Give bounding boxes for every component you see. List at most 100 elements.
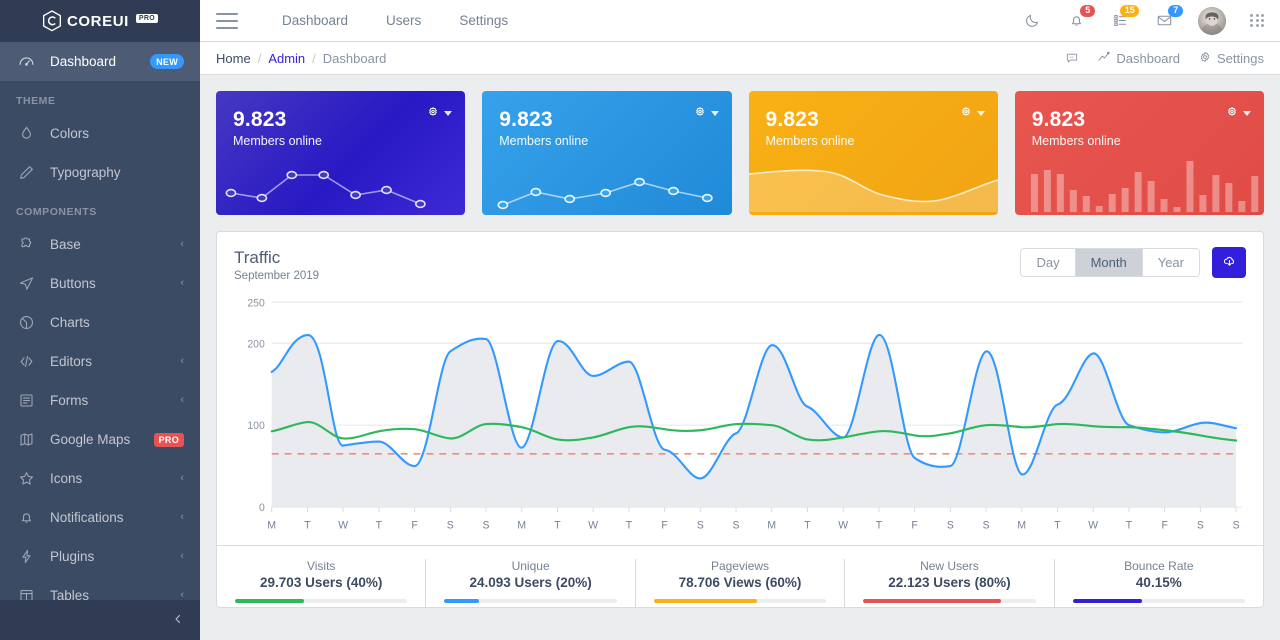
footer-stat-value: 78.706 Views (60%)	[678, 575, 802, 591]
gear-icon	[426, 105, 440, 122]
stat-card-members-online-3[interactable]: 9.823 Members online	[748, 91, 998, 215]
sidebar-item-notifications[interactable]: Notifications ‹	[0, 498, 200, 537]
download-button[interactable]	[1212, 247, 1246, 278]
stat-card-row: 9.823 Members online 9.823 Members onlin…	[216, 91, 1264, 215]
svg-text:T: T	[1126, 520, 1133, 532]
sidebar-badge-pro: PRO	[153, 432, 184, 447]
chevron-left-icon: ‹	[180, 277, 184, 289]
grid-dots-icon[interactable]	[1250, 13, 1264, 28]
svg-text:T: T	[804, 520, 811, 532]
svg-text:W: W	[838, 520, 848, 532]
svg-text:F: F	[911, 520, 918, 532]
sidebar-item-label: Google Maps	[50, 432, 131, 447]
page-title: Traffic	[234, 248, 281, 267]
breadcrumb-home[interactable]: Home	[216, 51, 251, 66]
traffic-footer-stats: Visits 29.703 Users (40%) Unique 24.093 …	[217, 545, 1263, 608]
svg-text:S: S	[733, 520, 740, 532]
droplet-icon	[16, 124, 36, 144]
chevron-left-icon: ‹	[180, 511, 184, 523]
tasks-icon[interactable]: 15	[1110, 4, 1140, 31]
bell-icon[interactable]: 5	[1066, 4, 1096, 31]
breadcrumb-dashboard-link[interactable]: Dashboard	[1097, 50, 1180, 67]
svg-text:S: S	[947, 520, 954, 532]
breadcrumb-settings-link[interactable]: Settings	[1198, 50, 1264, 67]
sidebar-section-components: COMPONENTS	[16, 206, 97, 218]
sidebar-item-dashboard[interactable]: Dashboard NEW	[0, 42, 200, 81]
top-nav: Dashboard Users Settings	[282, 13, 508, 28]
stat-label: Members online	[765, 134, 855, 149]
breadcrumb-current: Dashboard	[322, 50, 387, 66]
svg-text:T: T	[554, 520, 561, 532]
chevron-left-icon	[172, 612, 184, 628]
avatar[interactable]	[1198, 6, 1227, 35]
card-settings-dropdown[interactable]	[693, 105, 719, 122]
range-button-month[interactable]: Month	[1075, 249, 1143, 276]
chevron-down-icon	[976, 111, 985, 116]
pencil-icon	[16, 163, 36, 183]
gear-icon	[1198, 50, 1212, 67]
sidebar-item-label: Dashboard	[50, 54, 117, 69]
sidebar-item-label: Icons	[50, 471, 83, 486]
breadcrumb-admin[interactable]: Admin	[268, 51, 305, 66]
top-nav-settings[interactable]: Settings	[459, 13, 508, 28]
card-settings-dropdown[interactable]	[1225, 105, 1251, 122]
sidebar-item-base[interactable]: Base ‹	[0, 225, 200, 264]
sidebar-item-icons[interactable]: Icons ‹	[0, 459, 200, 498]
svg-text:M: M	[267, 520, 276, 532]
traffic-card: Traffic September 2019 Day Month Year 25…	[216, 231, 1264, 609]
footer-stat-label: Visits	[306, 559, 336, 574]
hamburger-icon[interactable]	[216, 12, 238, 29]
stat-card-members-online-4[interactable]: 9.823 Members online	[1014, 91, 1264, 215]
svg-text:F: F	[411, 520, 418, 532]
footer-stat-label: New Users	[920, 559, 979, 574]
sidebar-item-editors[interactable]: Editors ‹	[0, 342, 200, 381]
gear-icon	[959, 105, 973, 122]
progress-bar	[653, 599, 827, 604]
progress-bar	[863, 599, 1036, 604]
footer-stat-label: Unique	[511, 559, 550, 574]
sidebar-item-label: Forms	[50, 393, 89, 408]
top-nav-dashboard[interactable]: Dashboard	[282, 13, 348, 28]
sidebar-item-typography[interactable]: Typography	[0, 153, 200, 192]
sidebar-item-forms[interactable]: Forms ‹	[0, 381, 200, 420]
svg-text:W: W	[588, 520, 598, 532]
content-area: 9.823 Members online 9.823 Members onlin…	[200, 75, 1280, 640]
range-button-year[interactable]: Year	[1142, 249, 1199, 276]
sidebar-item-charts[interactable]: Charts	[0, 303, 200, 342]
range-button-day[interactable]: Day	[1021, 249, 1076, 276]
sidebar-item-label: Charts	[50, 315, 90, 330]
sidebar-item-label: Plugins	[50, 549, 95, 564]
svg-text:M: M	[1017, 520, 1026, 532]
speech-bubble-icon[interactable]	[1065, 51, 1079, 65]
breadcrumb-action-label: Settings	[1217, 50, 1264, 66]
svg-text:S: S	[483, 520, 490, 532]
card-settings-dropdown[interactable]	[959, 105, 985, 122]
envelope-icon[interactable]: 7	[1154, 4, 1184, 31]
svg-text:S: S	[1233, 520, 1240, 532]
brand-logo[interactable]: COREUI PRO	[0, 0, 200, 42]
bell-icon	[16, 508, 36, 528]
sidebar-nav: Dashboard NEW THEME Colors Typography CO…	[0, 42, 200, 640]
footer-stat-value: 22.123 Users (80%)	[888, 575, 1011, 591]
svg-text:200: 200	[247, 338, 264, 350]
traffic-subtitle: September 2019	[234, 270, 320, 283]
sidebar-item-buttons[interactable]: Buttons ‹	[0, 264, 200, 303]
app-root: COREUI PRO Dashboard NEW THEME Colors Ty…	[0, 0, 1280, 640]
progress-bar	[444, 599, 617, 604]
stat-card-members-online-2[interactable]: 9.823 Members online	[482, 91, 732, 215]
sidebar-item-google-maps[interactable]: Google Maps PRO	[0, 420, 200, 459]
breadcrumb-bar: Home / Admin / Dashboard Dashboard Setti…	[200, 42, 1280, 75]
sidebar-item-colors[interactable]: Colors	[0, 114, 200, 153]
moon-icon[interactable]	[1022, 11, 1042, 31]
stat-card-members-online-1[interactable]: 9.823 Members online	[216, 91, 466, 215]
brand-name: COREUI	[66, 12, 129, 30]
card-settings-dropdown[interactable]	[426, 105, 453, 122]
bolt-icon	[16, 547, 36, 567]
sidebar-collapse-button[interactable]	[0, 600, 200, 640]
svg-text:T: T	[376, 520, 383, 532]
sidebar-item-label: Editors	[50, 354, 93, 369]
top-nav-users[interactable]: Users	[386, 13, 421, 28]
range-button-group: Day Month Year	[1020, 248, 1200, 277]
sidebar-item-plugins[interactable]: Plugins ‹	[0, 537, 200, 576]
sidebar: COREUI PRO Dashboard NEW THEME Colors Ty…	[0, 0, 200, 640]
